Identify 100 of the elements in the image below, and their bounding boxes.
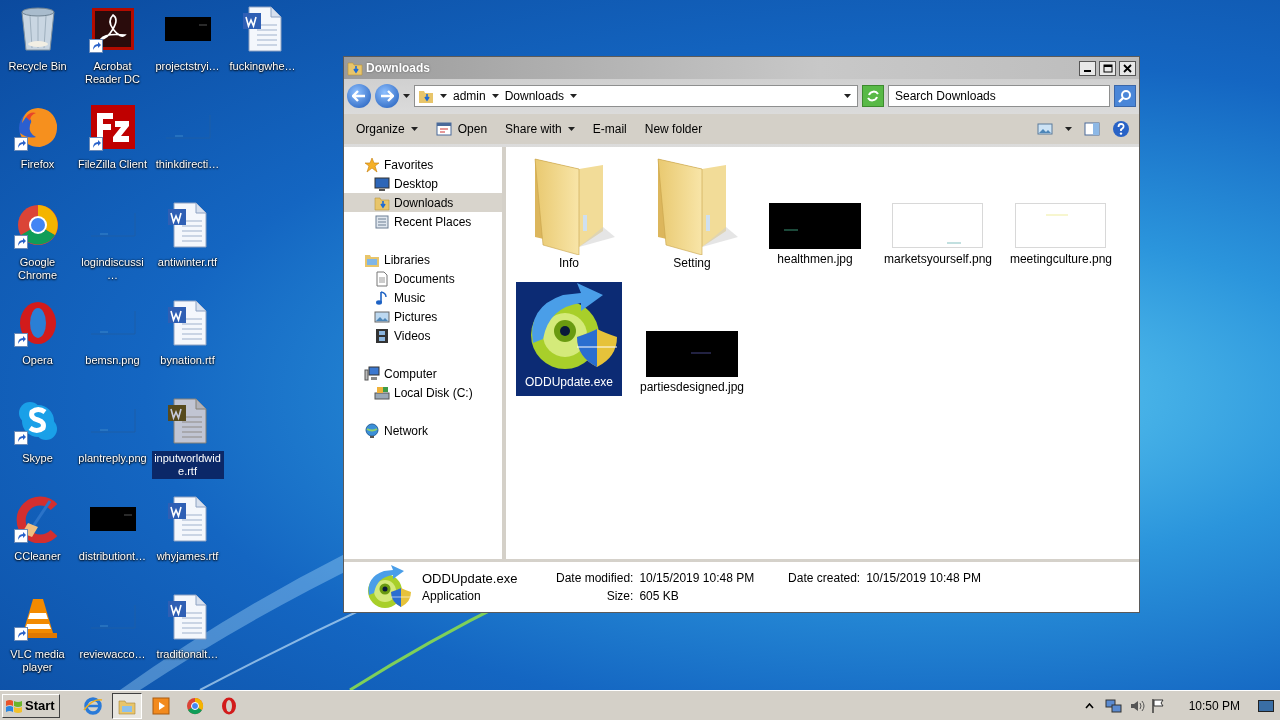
desktop-icon-label[interactable]: Firefox: [1, 157, 74, 172]
minimize-icon: [1084, 70, 1091, 72]
sidebar-item[interactable]: Libraries: [344, 250, 502, 269]
minimize-button[interactable]: [1079, 60, 1096, 76]
search-icon: [1118, 89, 1132, 103]
film-icon: [374, 327, 390, 344]
file-name: ODDUpdate.exe: [523, 376, 614, 389]
detail-label: Date modified:: [555, 571, 634, 585]
tricolor-circle-icon: [184, 695, 205, 716]
sidebar-item[interactable]: Documents: [344, 269, 502, 288]
breadcrumb-item[interactable]: Downloads: [504, 89, 578, 103]
desktop-icon-label[interactable]: Opera: [1, 353, 74, 368]
maximize-button[interactable]: [1099, 60, 1116, 76]
detail-value: 10/15/2019 10:48 PM: [639, 571, 755, 585]
image-thumbnail[interactable]: [646, 331, 738, 377]
desktop-icon-label[interactable]: bemsn.png: [76, 353, 149, 368]
sidebar-item[interactable]: Videos: [344, 326, 502, 345]
caret-icon: [410, 127, 418, 131]
help-icon: [1112, 120, 1130, 138]
desktop-icon-label[interactable]: traditionalt…: [151, 647, 224, 662]
show-desktop-button[interactable]: [1258, 699, 1274, 712]
forward-button[interactable]: [375, 84, 399, 108]
desktop-icon-label[interactable]: antiwinter.rtf: [151, 255, 224, 270]
address-bar[interactable]: admin Downloads: [414, 85, 858, 107]
start-button[interactable]: Start: [2, 693, 60, 718]
sidebar-item[interactable]: Favorites: [344, 155, 502, 174]
image-thumbnail[interactable]: [164, 17, 211, 41]
sidebar-item[interactable]: Computer: [344, 364, 502, 383]
toolbar-button[interactable]: E-mail: [584, 117, 635, 141]
detail-label: Size:: [605, 589, 634, 603]
flag-icon[interactable]: [1150, 697, 1165, 714]
desktop-icon-label[interactable]: FileZilla Client: [76, 157, 149, 172]
file-item[interactable]: partiesdesigned.jpg: [639, 279, 745, 407]
preview-pane-icon: [1084, 121, 1100, 137]
breadcrumb-item[interactable]: admin: [453, 89, 499, 103]
window-title: Downloads: [366, 61, 431, 75]
image-thumbnail[interactable]: [89, 507, 136, 531]
image-thumbnail[interactable]: [164, 115, 211, 139]
desktop-icon-label[interactable]: Google Chrome: [1, 255, 74, 283]
desktop-icon-label[interactable]: logindiscussi…: [76, 255, 149, 283]
desktop-icon-label[interactable]: inputworldwide.rtf: [151, 451, 224, 479]
desktop-icon-label[interactable]: VLC media player: [1, 647, 74, 675]
file-item[interactable]: Setting: [639, 151, 745, 279]
file-type: Application: [422, 589, 482, 603]
toolbar-menu-button[interactable]: Share with: [497, 117, 583, 141]
desktop-icon-label[interactable]: Recycle Bin: [1, 59, 74, 74]
music-note-icon: [374, 289, 390, 306]
picture-icon: [374, 308, 390, 325]
star-icon: [364, 156, 380, 173]
file-item[interactable]: ODDUpdate.exe: [516, 282, 622, 396]
sidebar-item[interactable]: Downloads: [344, 193, 502, 212]
detail-value: 10/15/2019 10:48 PM: [866, 571, 981, 585]
recent-places-icon: [374, 213, 390, 230]
detail-value: 605 KB: [639, 589, 680, 603]
sidebar-item[interactable]: Recent Places: [344, 212, 502, 231]
toolbar-button[interactable]: Open: [427, 117, 496, 141]
caret-icon: [567, 127, 575, 131]
file-name: marketsyourself.png: [882, 253, 993, 266]
network-globe-icon: [364, 422, 380, 439]
desktop-icon-label[interactable]: Skype: [1, 451, 74, 466]
toolbar-menu-button[interactable]: Organize: [348, 117, 426, 141]
file-item[interactable]: healthmen.jpg: [762, 151, 868, 279]
taskbar-app-button[interactable]: [111, 692, 142, 719]
desktop-icon-label[interactable]: thinkdirecti…: [151, 157, 224, 172]
sidebar-item[interactable]: Pictures: [344, 307, 502, 326]
file-item[interactable]: marketsyourself.png: [885, 151, 991, 279]
desktop-icon-label[interactable]: plantreply.png: [76, 451, 149, 466]
sidebar-item[interactable]: Desktop: [344, 174, 502, 193]
file-item[interactable]: Info: [516, 151, 622, 279]
desktop-icon-label[interactable]: Acrobat Reader DC: [76, 59, 149, 87]
search-field[interactable]: Search Downloads: [888, 85, 1110, 107]
toolbar-button[interactable]: New folder: [636, 117, 711, 141]
desktop-icon-label[interactable]: fuckingwhe…: [226, 59, 299, 74]
document-icon: [374, 270, 390, 287]
desktop-icon-label[interactable]: CCleaner: [1, 549, 74, 564]
sidebar-item[interactable]: Network: [344, 421, 502, 440]
close-icon: [1123, 63, 1132, 73]
desktop-icon-label[interactable]: bynation.rtf: [151, 353, 224, 368]
refresh-button[interactable]: [862, 85, 884, 107]
network-icon[interactable]: [1104, 697, 1123, 714]
sidebar-item[interactable]: Local Disk (C:): [344, 383, 502, 402]
desktop-icon-label[interactable]: distributiont…: [76, 549, 149, 564]
media-player-icon: [150, 695, 171, 716]
folder-icon: [347, 60, 363, 76]
caret-icon: [491, 94, 499, 98]
file-name: healthmen.jpg: [776, 253, 854, 266]
desktop-icon-label[interactable]: whyjames.rtf: [151, 549, 224, 564]
desktop-icon-label[interactable]: projectstryi…: [151, 59, 224, 74]
search-button[interactable]: [1114, 85, 1136, 107]
image-thumbnail[interactable]: [769, 203, 861, 249]
caret-up-icon: [1085, 702, 1095, 709]
desktop-icon-label[interactable]: reviewacco…: [76, 647, 149, 662]
back-button[interactable]: [347, 84, 371, 108]
file-name: meetingculture.png: [1008, 253, 1114, 266]
clock[interactable]: 10:50 PM: [1188, 698, 1240, 713]
sidebar-item[interactable]: Music: [344, 288, 502, 307]
file-item[interactable]: meetingculture.png: [1008, 151, 1114, 279]
zigzag-tile-icon[interactable]: [88, 103, 137, 151]
picture-icon: [1037, 122, 1053, 136]
close-button[interactable]: [1119, 60, 1136, 76]
